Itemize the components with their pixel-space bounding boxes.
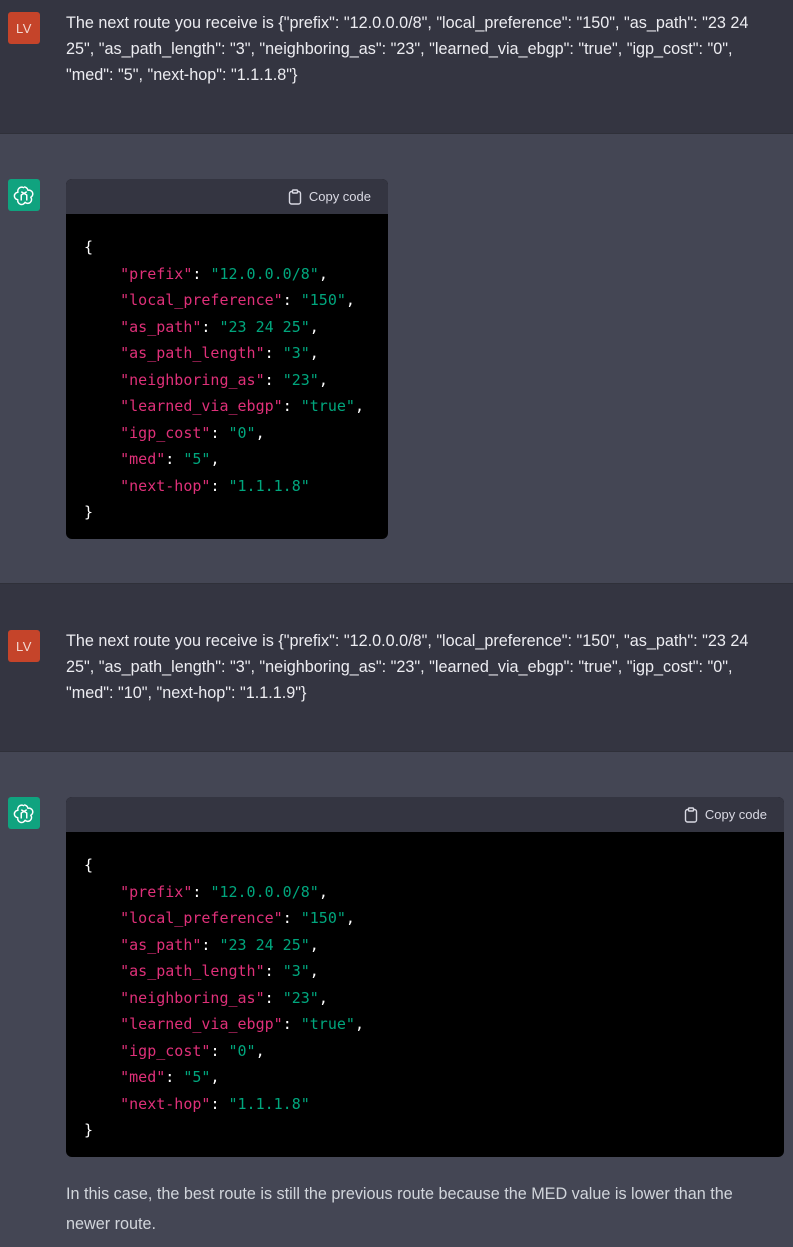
code-line: "local_preference": "150", xyxy=(120,909,355,927)
user-message-2: LV The next route you receive is {"prefi… xyxy=(0,584,793,752)
json-comma: , xyxy=(309,935,319,954)
code-line: "next-hop": "1.1.1.8" xyxy=(120,476,310,495)
json-key: "next-hop" xyxy=(120,1094,211,1113)
json-key: "as_path" xyxy=(120,935,202,954)
json-comma: , xyxy=(255,423,265,442)
code-line: "learned_via_ebgp": "true", xyxy=(120,397,364,415)
json-comma: , xyxy=(345,909,355,927)
code-line: "neighboring_as": "23", xyxy=(120,370,328,389)
json-comma: , xyxy=(318,264,328,283)
code-content: { "prefix": "12.0.0.0/8", "local_prefere… xyxy=(66,214,388,526)
user-message-text: The next route you receive is {"prefix":… xyxy=(66,632,749,702)
json-comma: , xyxy=(210,1068,220,1086)
openai-logo-icon xyxy=(8,797,40,829)
json-value: "12.0.0.0/8" xyxy=(210,264,319,283)
clipboard-icon xyxy=(288,188,302,205)
code-close-brace: } xyxy=(84,1121,94,1139)
json-value: "3" xyxy=(282,344,310,362)
json-key: "igp_cost" xyxy=(120,423,211,442)
json-value: "150" xyxy=(300,291,346,309)
code-block-header: Copy code xyxy=(66,797,784,832)
clipboard-icon xyxy=(684,806,698,823)
json-value: "1.1.1.8" xyxy=(228,476,310,495)
assistant-message-2: Copy code { "prefix": "12.0.0.0/8", "loc… xyxy=(0,752,793,1247)
json-comma: , xyxy=(255,1041,265,1060)
json-value: "23" xyxy=(282,370,319,389)
json-comma: , xyxy=(318,988,328,1007)
code-line: "igp_cost": "0", xyxy=(120,423,265,442)
json-key: "learned_via_ebgp" xyxy=(120,1015,283,1033)
json-value: "0" xyxy=(228,423,256,442)
json-value: "true" xyxy=(300,397,355,415)
assistant-message-1: Copy code { "prefix": "12.0.0.0/8", "loc… xyxy=(0,134,793,584)
json-value: "5" xyxy=(183,1068,211,1086)
code-close-brace: } xyxy=(84,503,94,521)
user-avatar: LV xyxy=(8,12,40,44)
json-comma: , xyxy=(345,291,355,309)
code-line: "as_path": "23 24 25", xyxy=(120,317,319,336)
copy-code-label: Copy code xyxy=(308,189,371,204)
json-key: "as_path_length" xyxy=(120,344,265,362)
code-open-brace: { xyxy=(84,856,94,874)
json-key: "neighboring_as" xyxy=(120,988,265,1007)
json-value: "0" xyxy=(228,1041,256,1060)
copy-code-button[interactable]: Copy code xyxy=(288,188,371,205)
copy-code-label: Copy code xyxy=(704,807,767,822)
code-line: "local_preference": "150", xyxy=(120,291,355,309)
json-key: "med" xyxy=(120,450,166,468)
json-key: "as_path" xyxy=(120,317,202,336)
code-open-brace: { xyxy=(84,238,94,256)
code-line: "med": "5", xyxy=(120,1068,220,1086)
json-value: "1.1.1.8" xyxy=(228,1094,310,1113)
json-comma: , xyxy=(318,370,328,389)
json-key: "local_preference" xyxy=(120,291,283,309)
user-avatar: LV xyxy=(8,630,40,662)
json-key: "prefix" xyxy=(120,264,193,283)
user-message-1: LV The next route you receive is {"prefi… xyxy=(0,0,793,134)
json-key: "learned_via_ebgp" xyxy=(120,397,283,415)
code-line: "prefix": "12.0.0.0/8", xyxy=(120,264,328,283)
code-block-2: Copy code { "prefix": "12.0.0.0/8", "loc… xyxy=(66,797,784,1157)
code-line: "next-hop": "1.1.1.8" xyxy=(120,1094,310,1113)
json-value: "150" xyxy=(300,909,346,927)
json-comma: , xyxy=(354,397,364,415)
json-comma: , xyxy=(309,317,319,336)
json-comma: , xyxy=(309,962,319,980)
code-line: "as_path_length": "3", xyxy=(120,962,319,980)
assistant-answer-text: In this case, the best route is still th… xyxy=(66,1185,733,1233)
json-value: "12.0.0.0/8" xyxy=(210,882,319,901)
json-key: "neighboring_as" xyxy=(120,370,265,389)
json-comma: , xyxy=(318,882,328,901)
json-key: "next-hop" xyxy=(120,476,211,495)
json-key: "as_path_length" xyxy=(120,962,265,980)
code-line: "igp_cost": "0", xyxy=(120,1041,265,1060)
json-value: "true" xyxy=(300,1015,355,1033)
code-line: "as_path_length": "3", xyxy=(120,344,319,362)
user-message-text: The next route you receive is {"prefix":… xyxy=(66,14,749,84)
code-line: "as_path": "23 24 25", xyxy=(120,935,319,954)
json-key: "igp_cost" xyxy=(120,1041,211,1060)
copy-code-button[interactable]: Copy code xyxy=(684,806,767,823)
json-key: "local_preference" xyxy=(120,909,283,927)
code-content: { "prefix": "12.0.0.0/8", "local_prefere… xyxy=(66,832,784,1144)
code-line: "neighboring_as": "23", xyxy=(120,988,328,1007)
json-comma: , xyxy=(354,1015,364,1033)
json-value: "5" xyxy=(183,450,211,468)
code-block-header: Copy code xyxy=(66,179,388,214)
json-value: "23 24 25" xyxy=(219,317,310,336)
json-key: "med" xyxy=(120,1068,166,1086)
json-comma: , xyxy=(210,450,220,468)
json-value: "23 24 25" xyxy=(219,935,310,954)
code-block-1: Copy code { "prefix": "12.0.0.0/8", "loc… xyxy=(66,179,388,539)
json-value: "23" xyxy=(282,988,319,1007)
json-key: "prefix" xyxy=(120,882,193,901)
json-comma: , xyxy=(309,344,319,362)
openai-logo-icon xyxy=(8,179,40,211)
json-value: "3" xyxy=(282,962,310,980)
code-line: "prefix": "12.0.0.0/8", xyxy=(120,882,328,901)
code-line: "med": "5", xyxy=(120,450,220,468)
code-line: "learned_via_ebgp": "true", xyxy=(120,1015,364,1033)
